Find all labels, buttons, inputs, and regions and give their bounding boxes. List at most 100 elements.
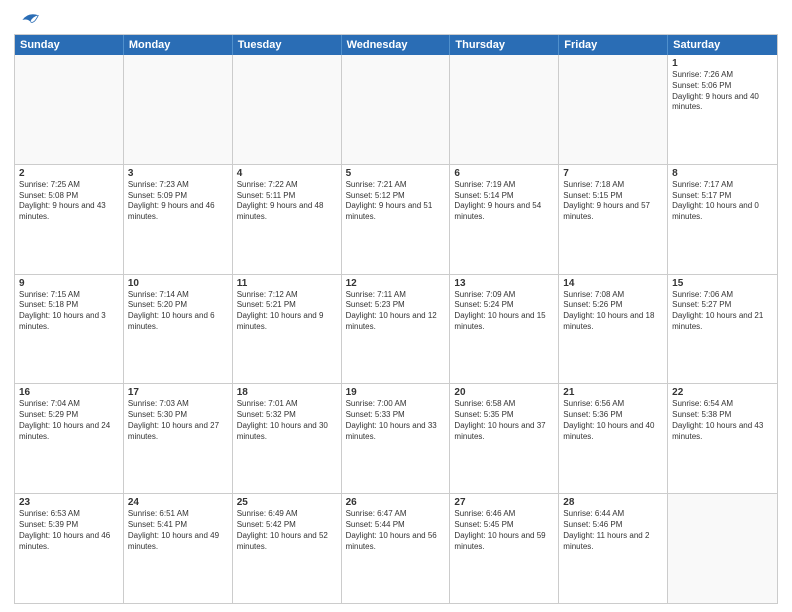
calendar-cell: 14Sunrise: 7:08 AM Sunset: 5:26 PM Dayli…: [559, 275, 668, 384]
calendar-cell: 10Sunrise: 7:14 AM Sunset: 5:20 PM Dayli…: [124, 275, 233, 384]
calendar-row: 1Sunrise: 7:26 AM Sunset: 5:06 PM Daylig…: [15, 55, 777, 165]
day-number: 25: [237, 497, 337, 508]
day-info: Sunrise: 7:19 AM Sunset: 5:14 PM Dayligh…: [454, 180, 554, 223]
day-number: 7: [563, 168, 663, 179]
day-info: Sunrise: 7:25 AM Sunset: 5:08 PM Dayligh…: [19, 180, 119, 223]
calendar: SundayMondayTuesdayWednesdayThursdayFrid…: [14, 34, 778, 604]
calendar-cell: 24Sunrise: 6:51 AM Sunset: 5:41 PM Dayli…: [124, 494, 233, 603]
day-info: Sunrise: 7:00 AM Sunset: 5:33 PM Dayligh…: [346, 399, 446, 442]
logo: [14, 10, 40, 28]
weekday-header: Sunday: [15, 35, 124, 55]
day-info: Sunrise: 7:21 AM Sunset: 5:12 PM Dayligh…: [346, 180, 446, 223]
calendar-cell: 18Sunrise: 7:01 AM Sunset: 5:32 PM Dayli…: [233, 384, 342, 493]
calendar-cell: 6Sunrise: 7:19 AM Sunset: 5:14 PM Daylig…: [450, 165, 559, 274]
calendar-cell: [450, 55, 559, 164]
day-number: 26: [346, 497, 446, 508]
day-info: Sunrise: 6:51 AM Sunset: 5:41 PM Dayligh…: [128, 509, 228, 552]
calendar-cell: 9Sunrise: 7:15 AM Sunset: 5:18 PM Daylig…: [15, 275, 124, 384]
day-info: Sunrise: 7:03 AM Sunset: 5:30 PM Dayligh…: [128, 399, 228, 442]
calendar-row: 2Sunrise: 7:25 AM Sunset: 5:08 PM Daylig…: [15, 165, 777, 275]
day-info: Sunrise: 7:04 AM Sunset: 5:29 PM Dayligh…: [19, 399, 119, 442]
day-info: Sunrise: 6:53 AM Sunset: 5:39 PM Dayligh…: [19, 509, 119, 552]
calendar-cell: 20Sunrise: 6:58 AM Sunset: 5:35 PM Dayli…: [450, 384, 559, 493]
calendar-cell: 7Sunrise: 7:18 AM Sunset: 5:15 PM Daylig…: [559, 165, 668, 274]
day-info: Sunrise: 7:09 AM Sunset: 5:24 PM Dayligh…: [454, 290, 554, 333]
day-number: 13: [454, 278, 554, 289]
day-info: Sunrise: 6:44 AM Sunset: 5:46 PM Dayligh…: [563, 509, 663, 552]
weekday-header: Friday: [559, 35, 668, 55]
day-info: Sunrise: 7:01 AM Sunset: 5:32 PM Dayligh…: [237, 399, 337, 442]
calendar-cell: 22Sunrise: 6:54 AM Sunset: 5:38 PM Dayli…: [668, 384, 777, 493]
calendar-cell: 5Sunrise: 7:21 AM Sunset: 5:12 PM Daylig…: [342, 165, 451, 274]
day-number: 10: [128, 278, 228, 289]
calendar-cell: [668, 494, 777, 603]
calendar-header: SundayMondayTuesdayWednesdayThursdayFrid…: [15, 35, 777, 55]
day-info: Sunrise: 7:08 AM Sunset: 5:26 PM Dayligh…: [563, 290, 663, 333]
day-number: 21: [563, 387, 663, 398]
day-info: Sunrise: 7:17 AM Sunset: 5:17 PM Dayligh…: [672, 180, 773, 223]
day-number: 18: [237, 387, 337, 398]
calendar-cell: 1Sunrise: 7:26 AM Sunset: 5:06 PM Daylig…: [668, 55, 777, 164]
page: SundayMondayTuesdayWednesdayThursdayFrid…: [0, 0, 792, 612]
day-info: Sunrise: 6:58 AM Sunset: 5:35 PM Dayligh…: [454, 399, 554, 442]
calendar-cell: 28Sunrise: 6:44 AM Sunset: 5:46 PM Dayli…: [559, 494, 668, 603]
header: [14, 10, 778, 28]
day-info: Sunrise: 6:56 AM Sunset: 5:36 PM Dayligh…: [563, 399, 663, 442]
day-number: 17: [128, 387, 228, 398]
day-info: Sunrise: 7:22 AM Sunset: 5:11 PM Dayligh…: [237, 180, 337, 223]
day-number: 24: [128, 497, 228, 508]
day-info: Sunrise: 7:18 AM Sunset: 5:15 PM Dayligh…: [563, 180, 663, 223]
day-number: 16: [19, 387, 119, 398]
calendar-cell: [124, 55, 233, 164]
day-number: 22: [672, 387, 773, 398]
calendar-cell: 26Sunrise: 6:47 AM Sunset: 5:44 PM Dayli…: [342, 494, 451, 603]
day-number: 2: [19, 168, 119, 179]
logo-bird-icon: [16, 8, 40, 32]
calendar-cell: [233, 55, 342, 164]
day-number: 12: [346, 278, 446, 289]
day-info: Sunrise: 6:47 AM Sunset: 5:44 PM Dayligh…: [346, 509, 446, 552]
day-number: 15: [672, 278, 773, 289]
calendar-cell: 8Sunrise: 7:17 AM Sunset: 5:17 PM Daylig…: [668, 165, 777, 274]
day-info: Sunrise: 7:23 AM Sunset: 5:09 PM Dayligh…: [128, 180, 228, 223]
calendar-cell: 17Sunrise: 7:03 AM Sunset: 5:30 PM Dayli…: [124, 384, 233, 493]
calendar-cell: [559, 55, 668, 164]
calendar-cell: 2Sunrise: 7:25 AM Sunset: 5:08 PM Daylig…: [15, 165, 124, 274]
calendar-cell: 19Sunrise: 7:00 AM Sunset: 5:33 PM Dayli…: [342, 384, 451, 493]
weekday-header: Monday: [124, 35, 233, 55]
calendar-cell: 12Sunrise: 7:11 AM Sunset: 5:23 PM Dayli…: [342, 275, 451, 384]
day-number: 20: [454, 387, 554, 398]
weekday-header: Tuesday: [233, 35, 342, 55]
calendar-cell: 15Sunrise: 7:06 AM Sunset: 5:27 PM Dayli…: [668, 275, 777, 384]
calendar-row: 23Sunrise: 6:53 AM Sunset: 5:39 PM Dayli…: [15, 494, 777, 603]
day-info: Sunrise: 6:49 AM Sunset: 5:42 PM Dayligh…: [237, 509, 337, 552]
day-number: 4: [237, 168, 337, 179]
weekday-header: Wednesday: [342, 35, 451, 55]
day-info: Sunrise: 6:46 AM Sunset: 5:45 PM Dayligh…: [454, 509, 554, 552]
calendar-body: 1Sunrise: 7:26 AM Sunset: 5:06 PM Daylig…: [15, 55, 777, 603]
calendar-cell: 16Sunrise: 7:04 AM Sunset: 5:29 PM Dayli…: [15, 384, 124, 493]
day-number: 27: [454, 497, 554, 508]
calendar-cell: [342, 55, 451, 164]
calendar-cell: 13Sunrise: 7:09 AM Sunset: 5:24 PM Dayli…: [450, 275, 559, 384]
calendar-cell: 25Sunrise: 6:49 AM Sunset: 5:42 PM Dayli…: [233, 494, 342, 603]
day-number: 9: [19, 278, 119, 289]
day-number: 14: [563, 278, 663, 289]
day-info: Sunrise: 7:15 AM Sunset: 5:18 PM Dayligh…: [19, 290, 119, 333]
day-info: Sunrise: 7:12 AM Sunset: 5:21 PM Dayligh…: [237, 290, 337, 333]
calendar-cell: 4Sunrise: 7:22 AM Sunset: 5:11 PM Daylig…: [233, 165, 342, 274]
day-number: 6: [454, 168, 554, 179]
calendar-row: 16Sunrise: 7:04 AM Sunset: 5:29 PM Dayli…: [15, 384, 777, 494]
day-info: Sunrise: 7:26 AM Sunset: 5:06 PM Dayligh…: [672, 70, 773, 113]
day-number: 8: [672, 168, 773, 179]
calendar-cell: 27Sunrise: 6:46 AM Sunset: 5:45 PM Dayli…: [450, 494, 559, 603]
day-info: Sunrise: 7:06 AM Sunset: 5:27 PM Dayligh…: [672, 290, 773, 333]
calendar-cell: 23Sunrise: 6:53 AM Sunset: 5:39 PM Dayli…: [15, 494, 124, 603]
day-info: Sunrise: 6:54 AM Sunset: 5:38 PM Dayligh…: [672, 399, 773, 442]
calendar-row: 9Sunrise: 7:15 AM Sunset: 5:18 PM Daylig…: [15, 275, 777, 385]
calendar-cell: 3Sunrise: 7:23 AM Sunset: 5:09 PM Daylig…: [124, 165, 233, 274]
day-number: 3: [128, 168, 228, 179]
day-number: 1: [672, 58, 773, 69]
calendar-cell: 11Sunrise: 7:12 AM Sunset: 5:21 PM Dayli…: [233, 275, 342, 384]
day-info: Sunrise: 7:14 AM Sunset: 5:20 PM Dayligh…: [128, 290, 228, 333]
